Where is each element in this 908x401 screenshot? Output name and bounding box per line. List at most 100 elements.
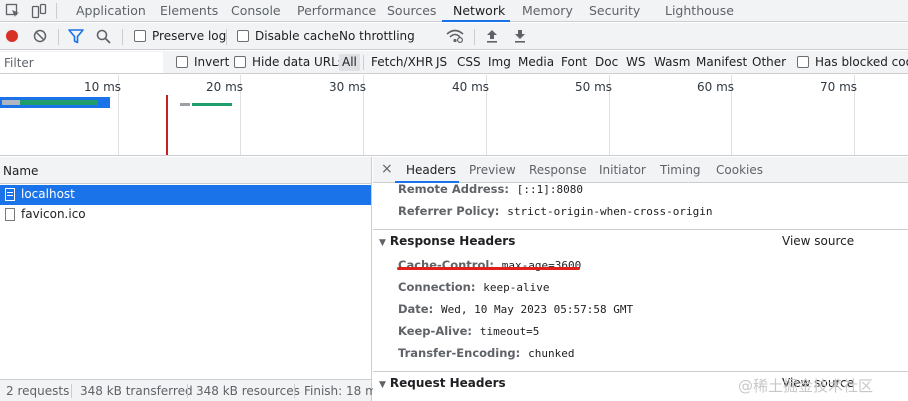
divider	[187, 384, 188, 398]
invert-checkbox[interactable]	[176, 56, 188, 68]
active-tab-indicator	[442, 20, 510, 22]
divider	[226, 29, 227, 45]
export-har-icon[interactable]	[514, 29, 526, 43]
tab-timing[interactable]: Timing	[660, 163, 701, 177]
tab-security[interactable]: Security	[589, 3, 640, 18]
details-tab-bar: × Headers Preview Response Initiator Tim…	[373, 157, 908, 183]
tab-initiator[interactable]: Initiator	[599, 163, 646, 177]
network-summary-bar: 2 requests 348 kB transferred 348 kB res…	[0, 379, 377, 401]
import-har-icon[interactable]	[486, 29, 498, 43]
tab-console[interactable]: Console	[231, 3, 281, 18]
divider	[122, 29, 123, 45]
expand-triangle-icon: ▼	[379, 380, 386, 390]
overview-tick-label: 70 ms	[820, 80, 858, 94]
tab-headers[interactable]: Headers	[406, 163, 456, 177]
resources-size: 348 kB resources	[196, 384, 300, 398]
overview-tick-label: 40 ms	[452, 80, 490, 94]
request-count: 2 requests	[6, 384, 70, 398]
has-blocked-cookies-label: Has blocked cook	[815, 55, 908, 69]
watermark: @稀土掘金技术社区	[738, 377, 874, 395]
tab-network[interactable]: Network	[453, 3, 505, 18]
tab-elements[interactable]: Elements	[160, 3, 218, 18]
filter-type-media[interactable]: Media	[518, 55, 554, 69]
filter-type-doc[interactable]: Doc	[595, 55, 618, 69]
tab-cookies[interactable]: Cookies	[716, 163, 763, 177]
request-name: favicon.ico	[21, 207, 86, 221]
filter-type-other[interactable]: Other	[752, 55, 786, 69]
preserve-log-checkbox[interactable]	[134, 30, 146, 42]
filter-type-font[interactable]: Font	[561, 55, 587, 69]
inspect-element-icon[interactable]	[5, 3, 21, 19]
header-row-keep-alive: Keep-Alive: timeout=5	[398, 324, 539, 338]
header-key: Remote Address:	[398, 182, 509, 196]
divider	[56, 3, 57, 19]
tab-memory[interactable]: Memory	[522, 3, 573, 18]
record-icon[interactable]	[5, 29, 19, 43]
header-key: Transfer-Encoding:	[398, 346, 521, 360]
request-headers-section[interactable]: ▼ Request Headers	[379, 376, 506, 390]
header-value: Wed, 10 May 2023 05:57:58 GMT	[441, 303, 634, 316]
request-list-header[interactable]: Name	[0, 157, 371, 184]
network-toolbar: Preserve log Disable cache No throttling	[0, 23, 908, 50]
filter-type-img[interactable]: Img	[488, 55, 511, 69]
filter-type-js[interactable]: JS	[436, 55, 447, 69]
name-column-header[interactable]: Name	[3, 164, 38, 178]
devtools-tab-bar: Application Elements Console Performance…	[0, 0, 908, 22]
localhost-request-bar	[0, 97, 110, 108]
load-event-marker	[166, 95, 168, 155]
filter-type-fetch-xhr[interactable]: Fetch/XHR	[371, 55, 433, 69]
overview-tick-label: 20 ms	[206, 80, 244, 94]
tab-response[interactable]: Response	[529, 163, 587, 177]
filter-type-all[interactable]: All	[339, 54, 360, 71]
overview-tick-label: 30 ms	[329, 80, 367, 94]
throttling-select[interactable]: No throttling	[339, 29, 415, 43]
request-row-favicon[interactable]: favicon.ico	[0, 205, 371, 225]
filter-icon[interactable]	[68, 29, 84, 44]
network-overview[interactable]: 10 ms 20 ms 30 ms 40 ms 50 ms 60 ms 70 m…	[0, 75, 908, 156]
filter-type-ws[interactable]: WS	[626, 55, 645, 69]
hide-data-urls-checkbox[interactable]	[234, 56, 246, 68]
tab-performance[interactable]: Performance	[297, 3, 376, 18]
tab-application[interactable]: Application	[76, 3, 146, 18]
annotation-underline	[397, 267, 580, 270]
filter-input[interactable]	[0, 52, 163, 73]
response-headers-section[interactable]: ▼ Response Headers	[379, 234, 515, 248]
divider	[373, 371, 908, 372]
network-conditions-icon[interactable]	[446, 28, 464, 44]
header-row-referrer-policy: Referrer Policy: strict-origin-when-cros…	[398, 204, 713, 218]
clear-icon[interactable]	[33, 29, 47, 43]
view-source-link[interactable]: View source	[782, 234, 854, 248]
header-key: Connection:	[398, 280, 476, 294]
document-icon	[5, 188, 15, 201]
hide-data-urls-label: Hide data URLs	[252, 55, 345, 69]
search-icon[interactable]	[96, 29, 111, 44]
divider	[373, 229, 908, 230]
header-row-connection: Connection: keep-alive	[398, 280, 550, 294]
disable-cache-label: Disable cache	[255, 29, 339, 43]
request-list: Name localhost favicon.ico 2 requests 34…	[0, 157, 377, 401]
overview-tick-label: 60 ms	[697, 80, 735, 94]
invert-label: Invert	[194, 55, 230, 69]
disable-cache-checkbox[interactable]	[237, 30, 249, 42]
filter-type-manifest[interactable]: Manifest	[696, 55, 747, 69]
filter-type-wasm[interactable]: Wasm	[654, 55, 690, 69]
tab-preview[interactable]: Preview	[469, 163, 516, 177]
tab-lighthouse[interactable]: Lighthouse	[665, 3, 734, 18]
filter-type-css[interactable]: CSS	[457, 55, 481, 69]
device-toolbar-icon[interactable]	[31, 3, 47, 19]
has-blocked-cookies-checkbox[interactable]	[797, 56, 809, 68]
header-value: [::1]:8080	[516, 183, 584, 196]
expand-triangle-icon: ▼	[379, 238, 386, 248]
divider	[71, 384, 72, 398]
section-title: Response Headers	[389, 234, 516, 248]
header-value: timeout=5	[479, 325, 540, 338]
header-key: Date:	[398, 302, 434, 316]
header-row-remote-address: Remote Address: [::1]:8080	[398, 182, 583, 196]
header-key: Referrer Policy:	[398, 204, 500, 218]
overview-tick-label: 50 ms	[575, 80, 613, 94]
tab-sources[interactable]: Sources	[387, 3, 436, 18]
header-value: chunked	[528, 347, 575, 360]
overview-tick-label: 10 ms	[84, 80, 122, 94]
close-icon[interactable]: ×	[381, 161, 393, 177]
request-row-localhost[interactable]: localhost	[0, 185, 371, 205]
